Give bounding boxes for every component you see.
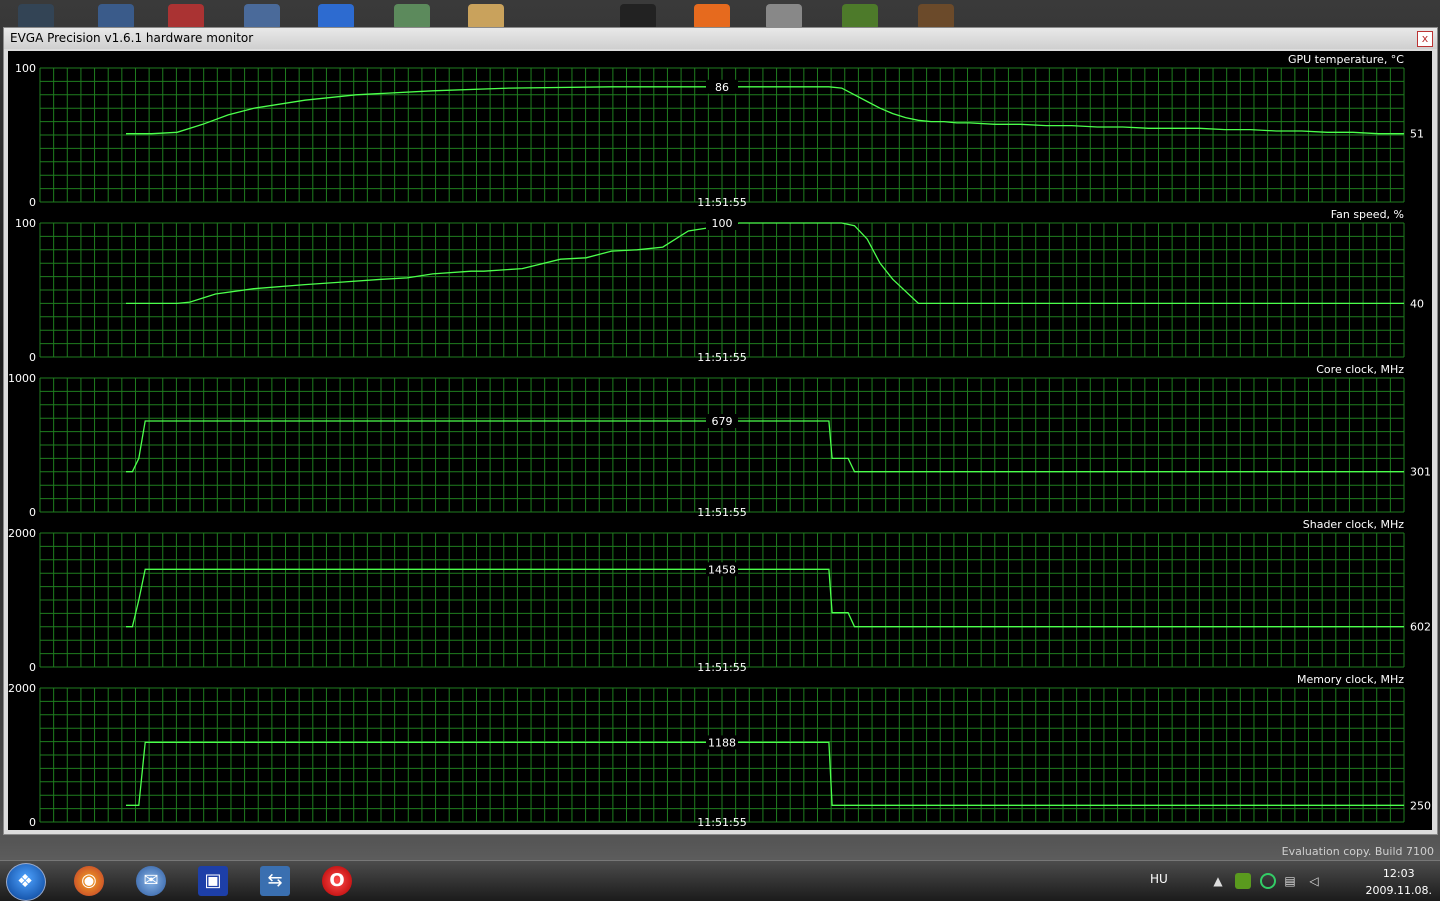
y-axis-top-label: 100 xyxy=(15,62,36,75)
time-label: 11:51:55 xyxy=(697,506,746,519)
graph-title: Fan speed, % xyxy=(1331,208,1404,221)
series-line xyxy=(126,86,1404,135)
language-indicator[interactable]: HU xyxy=(1150,872,1168,886)
evaluation-watermark: Evaluation copy. Build 7100 xyxy=(1281,845,1434,858)
show-hidden-icons-icon[interactable]: ▲ xyxy=(1210,873,1226,889)
current-value-label: 602 xyxy=(1410,621,1431,634)
windows-start-icon[interactable]: ❖ xyxy=(6,863,46,901)
taskbar-app-firefox[interactable]: ◉ xyxy=(66,864,114,898)
monitor-graph-area: GPU temperature, °C 100 0 11:51:55 86 51 Fan s… xyxy=(8,51,1432,830)
monitor-charts-svg: GPU temperature, °C1000 11:51:558651Fan s… xyxy=(8,53,1431,829)
hardware-monitor-window: EVGA Precision v1.6.1 hardware monitor x… xyxy=(3,27,1438,835)
time-label: 11:51:55 xyxy=(697,351,746,364)
thunderbird-icon: ✉ xyxy=(136,866,166,896)
current-value-label: 301 xyxy=(1410,466,1431,479)
opera-icon: O xyxy=(322,866,352,896)
y-axis-bottom-label: 0 xyxy=(29,351,36,364)
close-icon[interactable]: x xyxy=(1417,31,1433,47)
series-line xyxy=(126,420,1404,473)
time-label: 11:51:55 xyxy=(697,661,746,674)
taskbar: ❖ ◉ ✉ ▣ ⇆ O HU ▲ ▤ ◁ 12:03 2009.11.08. xyxy=(0,860,1440,901)
series-line xyxy=(126,741,1404,806)
marker-value-label: 1458 xyxy=(708,563,736,576)
y-axis-bottom-label: 0 xyxy=(29,506,36,519)
taskbar-app-opera[interactable]: O xyxy=(314,864,362,898)
network-icon[interactable]: ▤ xyxy=(1282,873,1298,889)
marker-value-label: 1188 xyxy=(708,736,736,749)
marker-value-label: 86 xyxy=(715,81,729,94)
system-clock[interactable]: 12:03 2009.11.08. xyxy=(1366,865,1432,899)
nvidia-icon[interactable] xyxy=(1235,873,1251,889)
time-label: 11:51:55 xyxy=(697,816,746,829)
series-line xyxy=(126,568,1404,628)
graph-title: Shader clock, MHz xyxy=(1303,518,1404,531)
current-value-label: 250 xyxy=(1410,799,1431,812)
y-axis-top-label: 1000 xyxy=(8,372,36,385)
clock-time: 12:03 xyxy=(1382,867,1415,880)
graph-title: GPU temperature, °C xyxy=(1288,53,1404,66)
current-value-label: 51 xyxy=(1410,128,1424,141)
y-axis-bottom-label: 0 xyxy=(29,196,36,209)
taskbar-app-network[interactable]: ⇆ xyxy=(252,864,300,898)
graph-title: Memory clock, MHz xyxy=(1297,673,1404,686)
window-titlebar[interactable]: EVGA Precision v1.6.1 hardware monitor x xyxy=(4,28,1437,49)
floppy-disk-icon: ▣ xyxy=(198,866,228,896)
window-title: EVGA Precision v1.6.1 hardware monitor xyxy=(10,31,254,45)
marker-value-label: 100 xyxy=(712,217,733,230)
current-value-label: 40 xyxy=(1410,297,1424,310)
taskbar-app-thunderbird[interactable]: ✉ xyxy=(128,864,176,898)
marker-value-label: 679 xyxy=(712,415,733,428)
network-tool-icon: ⇆ xyxy=(260,866,290,896)
firefox-icon: ◉ xyxy=(74,866,104,896)
desktop-icons-strip xyxy=(0,0,1440,30)
graph-title: Core clock, MHz xyxy=(1316,363,1404,376)
clock-date: 2009.11.08. xyxy=(1365,884,1432,897)
y-axis-top-label: 2000 xyxy=(8,527,36,540)
time-label: 11:51:55 xyxy=(697,196,746,209)
status-circle-icon[interactable] xyxy=(1260,873,1276,889)
y-axis-bottom-label: 0 xyxy=(29,816,36,829)
taskbar-app-save[interactable]: ▣ xyxy=(190,864,238,898)
y-axis-top-label: 2000 xyxy=(8,682,36,695)
y-axis-top-label: 100 xyxy=(15,217,36,230)
system-tray: HU ▲ ▤ ◁ 12:03 2009.11.08. xyxy=(1150,861,1440,901)
y-axis-bottom-label: 0 xyxy=(29,661,36,674)
volume-icon[interactable]: ◁ xyxy=(1306,873,1322,889)
